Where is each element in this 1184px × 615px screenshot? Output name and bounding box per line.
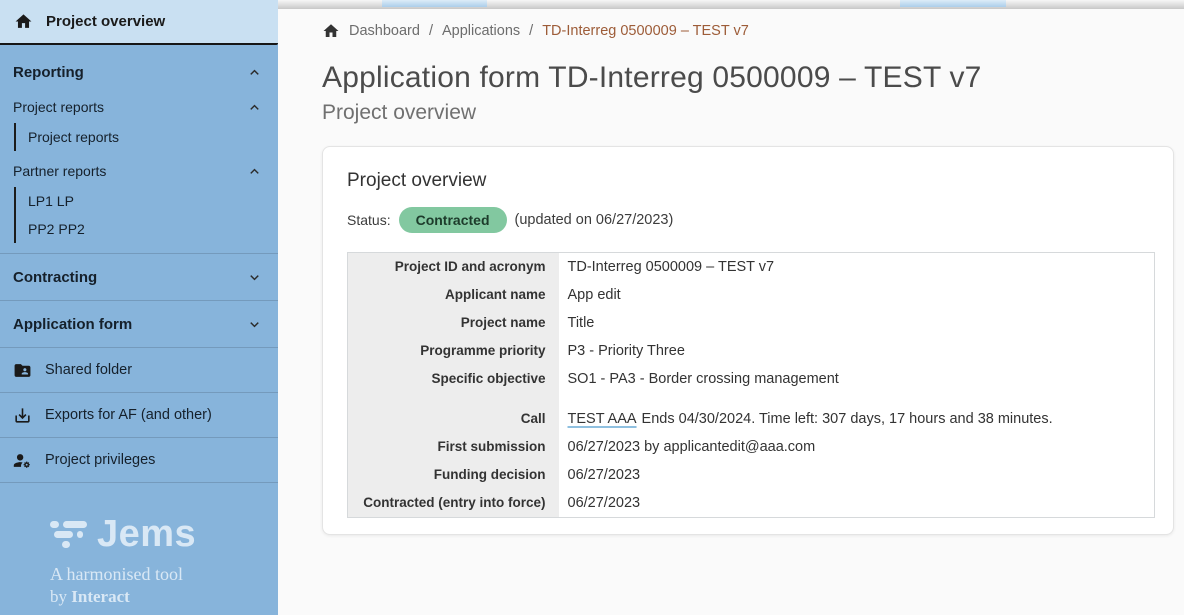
jems-byline: by Interact [50, 587, 278, 607]
manage-accounts-icon [13, 451, 32, 470]
status-badge: Contracted [399, 207, 507, 233]
row-label: First submission [348, 433, 559, 461]
chevron-down-icon [247, 270, 262, 285]
breadcrumb-item-current: TD-Interreg 0500009 – TEST v7 [542, 23, 749, 39]
jems-logo: Jems A harmonised tool by Interact [50, 513, 278, 607]
table-row: Applicant name App edit [348, 281, 1155, 309]
sidebar: Project overview Reporting Project repor… [0, 0, 278, 615]
row-label: Call [348, 393, 559, 433]
sidebar-item-project-reports[interactable]: Project reports [28, 123, 278, 151]
table-row: Project ID and acronym TD-Interreg 05000… [348, 253, 1155, 282]
chevron-up-icon [247, 164, 262, 179]
home-icon[interactable] [322, 22, 340, 40]
main-area: Dashboard / Applications / TD-Interreg 0… [278, 0, 1184, 615]
sidebar-item-pp2-pp2[interactable]: PP2 PP2 [28, 215, 278, 243]
sidebar-item-exports[interactable]: Exports for AF (and other) [0, 392, 278, 437]
section-label: Contracting [13, 269, 97, 286]
sidebar-item-label: Project overview [46, 13, 165, 30]
row-label: Programme priority [348, 337, 559, 365]
table-row: Funding decision 06/27/2023 [348, 461, 1155, 489]
section-label: Project reports [13, 99, 104, 115]
row-value: TD-Interreg 0500009 – TEST v7 [559, 253, 1155, 282]
table-row: Contracted (entry into force) 06/27/2023 [348, 489, 1155, 518]
jems-by-text: by [50, 587, 71, 606]
row-value: App edit [559, 281, 1155, 309]
project-overview-table: Project ID and acronym TD-Interreg 05000… [347, 252, 1155, 518]
top-strip [278, 0, 1184, 9]
sidebar-section-project-reports[interactable]: Project reports [0, 93, 278, 121]
table-row: Specific objective SO1 - PA3 - Border cr… [348, 365, 1155, 393]
sidebar-divider [0, 482, 278, 483]
row-value: 06/27/2023 by applicantedit@aaa.com [559, 433, 1155, 461]
folder-shared-icon [13, 361, 32, 380]
row-label: Contracted (entry into force) [348, 489, 559, 518]
sidebar-item-label: Project privileges [45, 452, 155, 468]
sidebar-section-partner-reports[interactable]: Partner reports [0, 157, 278, 185]
jems-logo-text: Jems [97, 513, 196, 556]
sub-item-label: LP1 LP [28, 193, 74, 209]
row-label: Specific objective [348, 365, 559, 393]
chevron-down-icon [247, 317, 262, 332]
sidebar-item-lp1-lp[interactable]: LP1 LP [28, 187, 278, 215]
section-label: Partner reports [13, 163, 106, 179]
project-overview-card: Project overview Status: Contracted (upd… [322, 146, 1174, 535]
row-value: Title [559, 309, 1155, 337]
partner-reports-subgroup: LP1 LP PP2 PP2 [14, 187, 278, 243]
row-label: Funding decision [348, 461, 559, 489]
breadcrumb-separator: / [529, 23, 533, 39]
sub-item-label: PP2 PP2 [28, 221, 85, 237]
section-label: Reporting [13, 64, 84, 81]
sidebar-item-label: Exports for AF (and other) [45, 407, 212, 423]
row-label: Applicant name [348, 281, 559, 309]
jems-logo-icon [50, 521, 87, 548]
sidebar-item-label: Shared folder [45, 362, 132, 378]
row-label: Project name [348, 309, 559, 337]
sidebar-item-project-privileges[interactable]: Project privileges [0, 437, 278, 482]
home-icon [14, 12, 33, 31]
download-icon [13, 406, 32, 425]
row-value: SO1 - PA3 - Border crossing management [559, 365, 1155, 393]
project-reports-subgroup: Project reports [14, 123, 278, 151]
chevron-up-icon [247, 100, 262, 115]
call-deadline-text: Ends 04/30/2024. Time left: 307 days, 17… [642, 411, 1053, 427]
status-row: Status: Contracted (updated on 06/27/202… [347, 207, 1153, 233]
sidebar-item-project-overview[interactable]: Project overview [0, 0, 278, 45]
sidebar-item-shared-folder[interactable]: Shared folder [0, 347, 278, 392]
jems-tagline: A harmonised tool [50, 564, 278, 585]
table-row: Project name Title [348, 309, 1155, 337]
row-value: 06/27/2023 [559, 461, 1155, 489]
breadcrumb-item-dashboard[interactable]: Dashboard [349, 23, 420, 39]
browser-tab-remnant [382, 0, 487, 7]
browser-tab-remnant [900, 0, 1006, 7]
sidebar-section-reporting[interactable]: Reporting [0, 57, 278, 87]
breadcrumb: Dashboard / Applications / TD-Interreg 0… [322, 22, 1170, 40]
card-title: Project overview [347, 170, 1153, 192]
row-label: Project ID and acronym [348, 253, 559, 282]
row-value: 06/27/2023 [559, 489, 1155, 518]
status-updated-note: (updated on 06/27/2023) [515, 212, 674, 228]
breadcrumb-separator: / [429, 23, 433, 39]
page-subtitle: Project overview [322, 101, 1170, 125]
page-title: Application form TD-Interreg 0500009 – T… [322, 61, 1170, 95]
section-label: Application form [13, 316, 132, 333]
table-row: First submission 06/27/2023 by applicant… [348, 433, 1155, 461]
row-value: P3 - Priority Three [559, 337, 1155, 365]
call-link[interactable]: TEST AAA [568, 411, 637, 427]
status-label: Status: [347, 212, 391, 228]
table-row: Programme priority P3 - Priority Three [348, 337, 1155, 365]
sidebar-section-contracting[interactable]: Contracting [0, 253, 278, 300]
sub-item-label: Project reports [28, 129, 119, 145]
row-value: TEST AAA Ends 04/30/2024. Time left: 307 … [559, 393, 1155, 433]
table-row-call: Call TEST AAA Ends 04/30/2024. Time left:… [348, 393, 1155, 433]
interact-brand: Interact [71, 587, 130, 606]
breadcrumb-item-applications[interactable]: Applications [442, 23, 520, 39]
chevron-up-icon [247, 65, 262, 80]
sidebar-section-application-form[interactable]: Application form [0, 300, 278, 347]
